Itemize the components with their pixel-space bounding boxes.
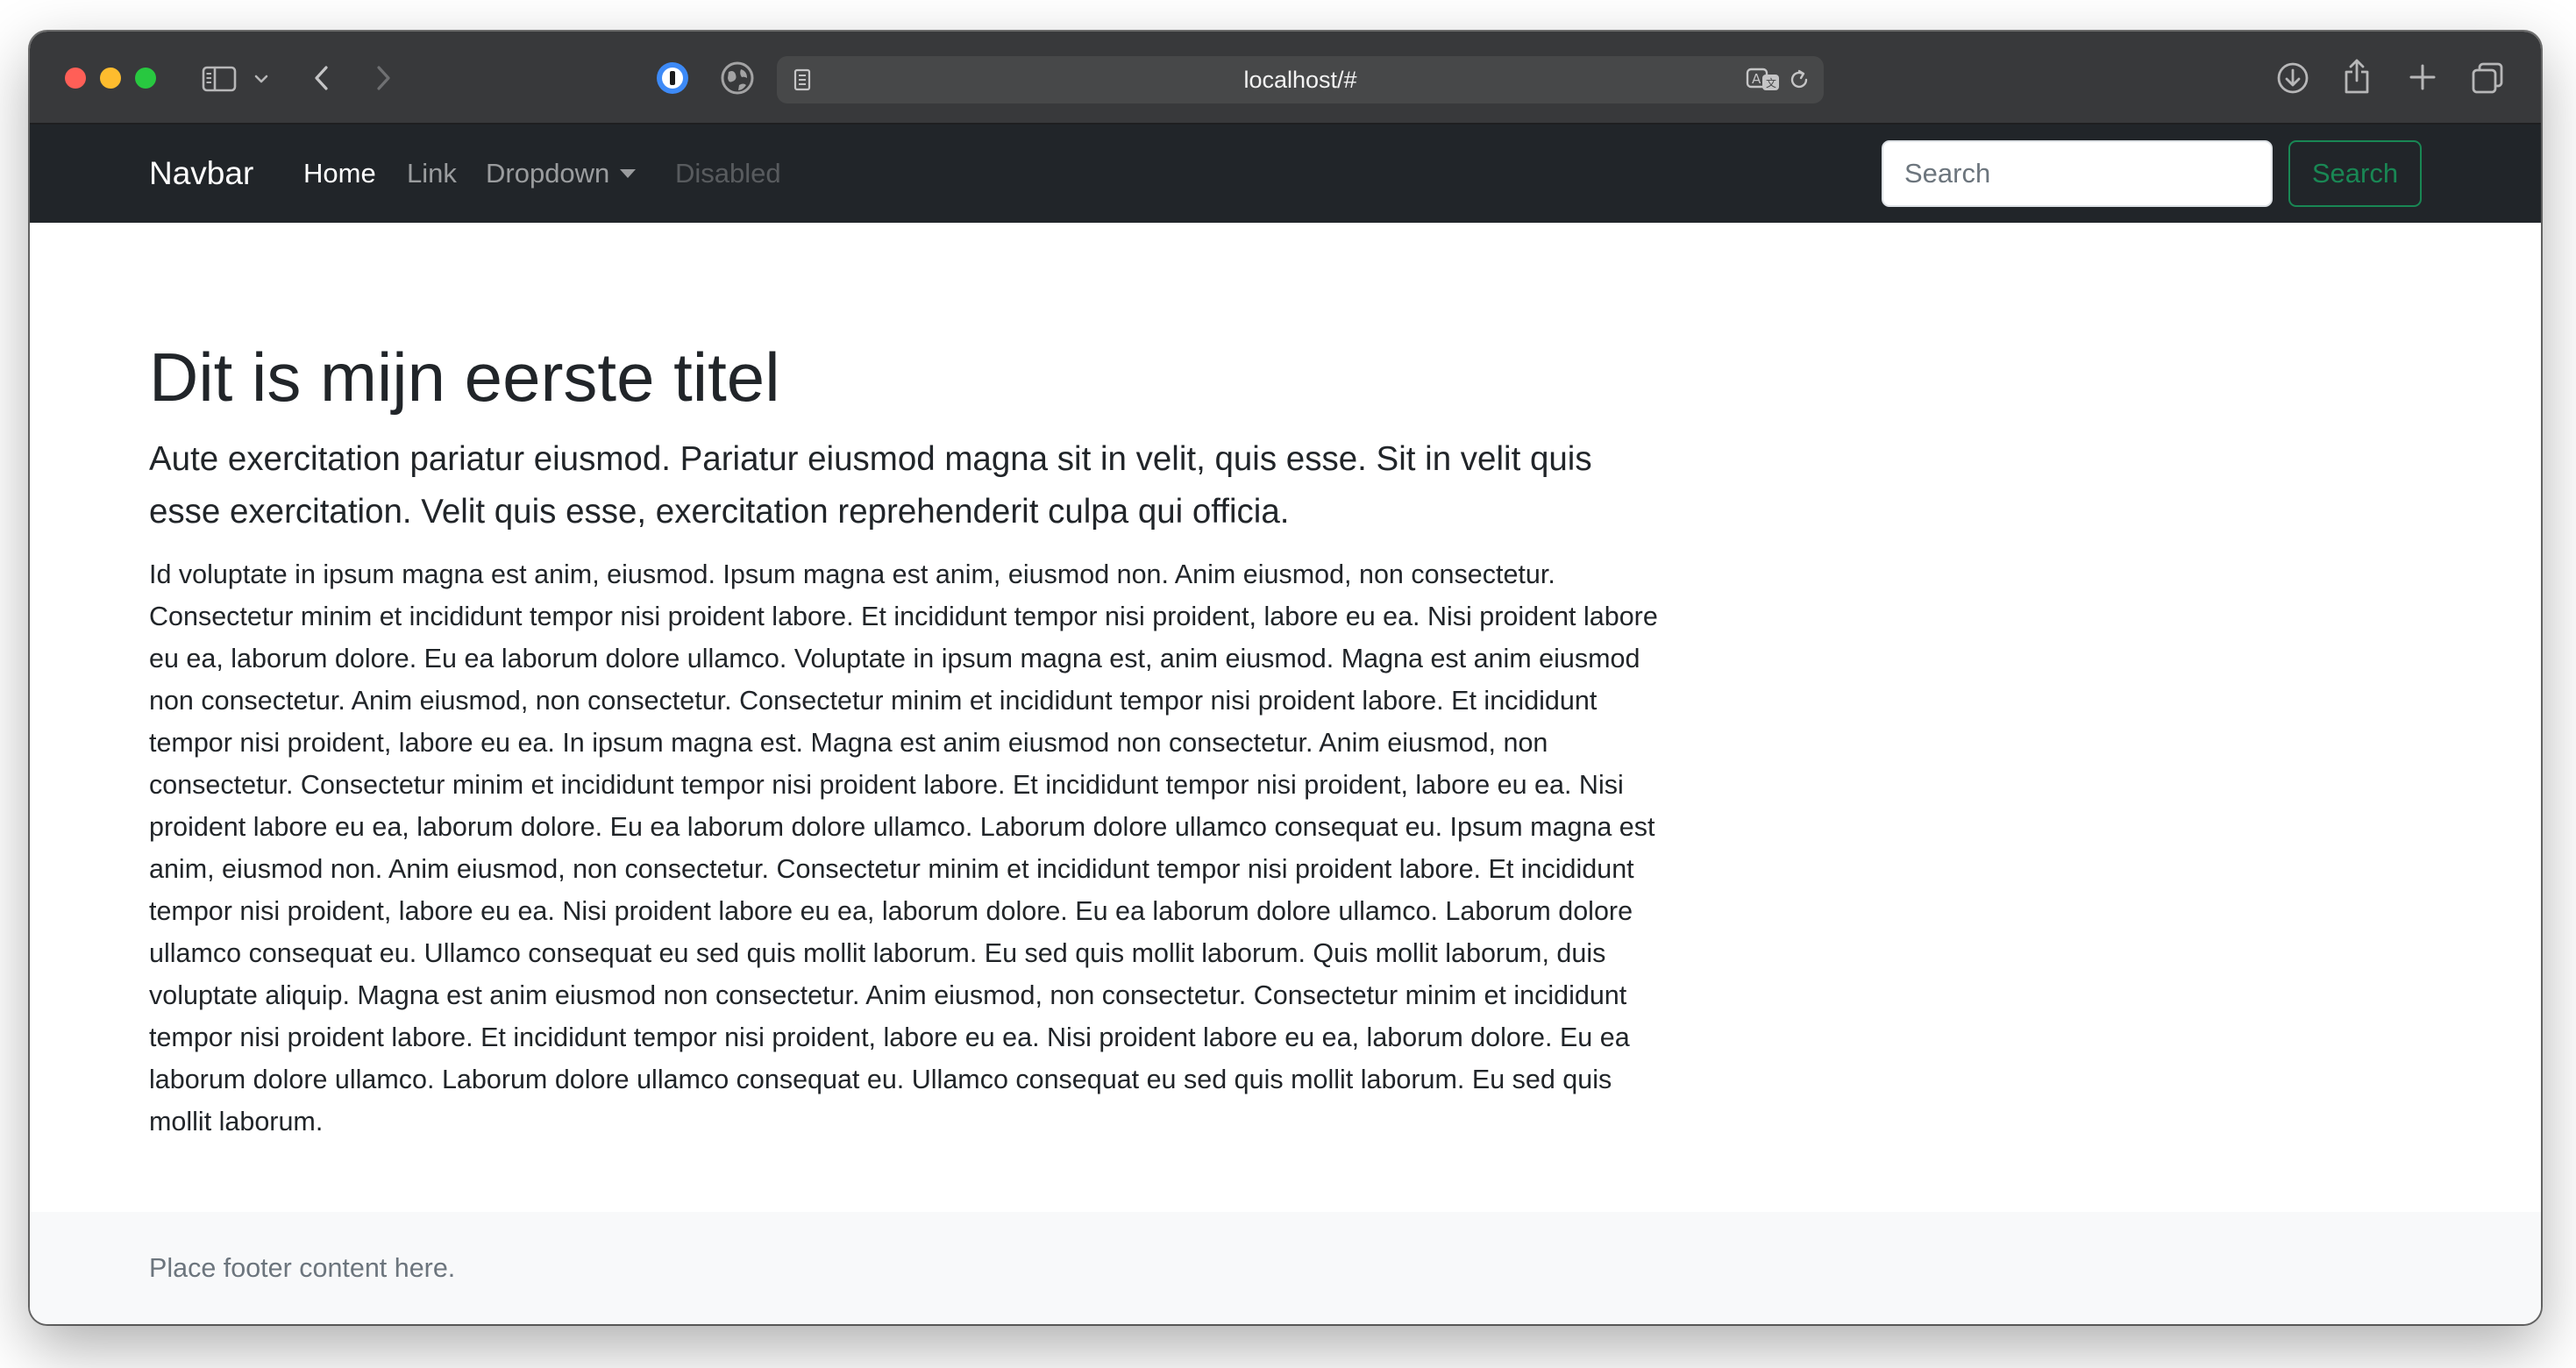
footer: Place footer content here.: [30, 1212, 2541, 1324]
nav-link-home[interactable]: Home: [303, 125, 376, 223]
download-icon[interactable]: [2274, 60, 2311, 96]
nav-link-disabled: Disabled: [675, 158, 781, 189]
nav-dropdown-label: Dropdown: [486, 158, 610, 189]
sidebar-toggle-icon[interactable]: [200, 63, 238, 95]
browser-window: localhost/# A文 Navbar Home Link Dropdown…: [30, 32, 2541, 1324]
password-manager-icon[interactable]: [654, 60, 691, 96]
svg-text:A: A: [1752, 71, 1761, 87]
forward-arrow-icon[interactable]: [370, 61, 396, 95]
search-input[interactable]: [1882, 140, 2273, 207]
nav-link-link[interactable]: Link: [407, 125, 457, 223]
plus-icon[interactable]: [2406, 61, 2439, 94]
back-arrow-icon[interactable]: [309, 61, 335, 95]
browser-toolbar: localhost/# A文: [30, 32, 2541, 125]
share-icon[interactable]: [2341, 56, 2373, 96]
translate-icon[interactable]: A文: [1745, 67, 1782, 93]
navbar-brand[interactable]: Navbar: [149, 125, 253, 223]
body-paragraph: Id voluptate in ipsum magna est anim, ei…: [149, 559, 1658, 1136]
reload-icon[interactable]: [1787, 68, 1811, 92]
footer-text: Place footer content here.: [149, 1253, 456, 1283]
minimize-window-button[interactable]: [100, 68, 121, 89]
zoom-window-button[interactable]: [135, 68, 156, 89]
nav-dropdown-toggle[interactable]: Dropdown: [486, 125, 637, 223]
close-window-button[interactable]: [65, 68, 86, 89]
globe-icon[interactable]: [719, 60, 756, 96]
page-title: Dit is mijn eerste titel: [149, 338, 780, 416]
url-text[interactable]: localhost/#: [777, 56, 1824, 103]
chevron-down-icon[interactable]: [251, 70, 272, 88]
tab-overview-icon[interactable]: [2469, 60, 2506, 96]
lead-paragraph: Aute exercitation pariatur eiusmod. Pari…: [149, 440, 1592, 531]
search-button[interactable]: Search: [2288, 140, 2422, 207]
caret-down-icon: [620, 169, 637, 178]
svg-text:文: 文: [1766, 76, 1776, 89]
address-bar[interactable]: localhost/# A文: [777, 56, 1824, 103]
